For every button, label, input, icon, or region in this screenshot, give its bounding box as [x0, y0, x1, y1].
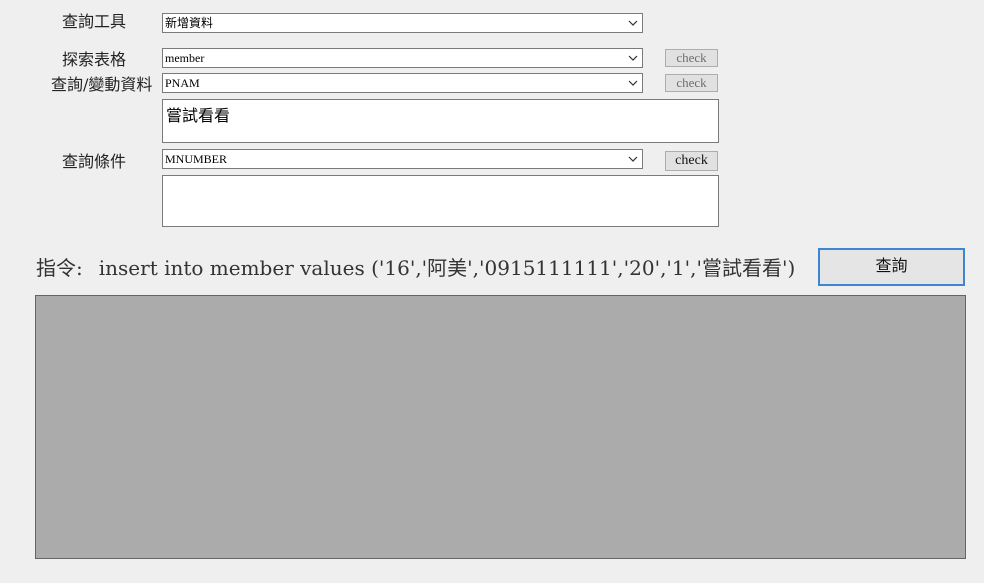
command-line: 指令: insert into member values ('16','阿美',… — [36, 255, 795, 281]
condition-textbox[interactable] — [162, 175, 719, 227]
command-label: 指令: — [36, 256, 83, 280]
column-check-button[interactable]: check — [665, 74, 718, 92]
result-grid[interactable] — [35, 295, 966, 559]
tool-select-value: 新增資料 — [165, 16, 214, 30]
chevron-down-icon — [628, 20, 638, 26]
tool-label: 查詢工具 — [62, 12, 127, 31]
chevron-down-icon — [628, 80, 638, 86]
column-select[interactable]: PNAM — [162, 73, 643, 93]
table-label: 探索表格 — [62, 50, 127, 69]
query-button[interactable]: 查詢 — [818, 248, 965, 286]
column-select-value: PNAM — [165, 76, 200, 90]
table-select[interactable]: member — [162, 48, 643, 68]
command-text: insert into member values ('16','阿美','09… — [98, 256, 796, 280]
condition-select-value: MNUMBER — [165, 152, 228, 166]
table-select-value: member — [165, 51, 205, 65]
chevron-down-icon — [628, 156, 638, 162]
condition-select[interactable]: MNUMBER — [162, 149, 643, 169]
condition-check-button[interactable]: check — [665, 151, 718, 171]
chevron-down-icon — [628, 55, 638, 61]
column-label: 查詢/變動資料 — [51, 75, 153, 94]
tool-select[interactable]: 新增資料 — [162, 13, 643, 33]
condition-label: 查詢條件 — [62, 152, 127, 171]
table-check-button[interactable]: check — [665, 49, 718, 67]
column-value-textbox[interactable]: 嘗試看看 — [162, 99, 719, 143]
